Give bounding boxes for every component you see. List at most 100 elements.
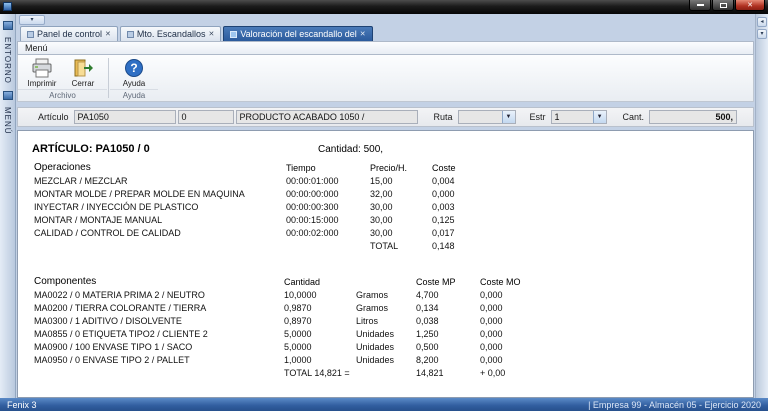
cerrar-button[interactable]: Cerrar [64,57,102,89]
ruta-dropdown-icon[interactable]: ▼ [502,111,515,123]
operation-row: MEZCLAR / MEZCLAR00:00:01:00015,000,004 [32,174,482,187]
spacer [284,239,368,252]
col-coste-mo: Coste MO [478,275,528,288]
title-bar[interactable]: ✕ [0,0,768,14]
operation-tiempo: 00:00:00:000 [284,187,368,200]
toolbar-separator [108,58,109,98]
statusbar-context: | Empresa 99 - Almacén 05 - Ejercicio 20… [588,400,761,410]
quick-access-dropdown[interactable]: ▾ [19,15,45,25]
tab-close-icon[interactable]: ✕ [208,31,214,38]
component-coste-mo: 0,000 [478,327,528,340]
operation-row: MONTAR / MONTAJE MANUAL00:00:15:00030,00… [32,213,482,226]
operation-name: MONTAR / MONTAJE MANUAL [32,213,284,226]
component-coste-mo: 0,000 [478,314,528,327]
spacer [32,239,284,252]
operation-tiempo: 00:00:00:300 [284,200,368,213]
tab-0[interactable]: Panel de control✕ [20,26,118,41]
articulo-label: Artículo [38,112,69,122]
ayuda-buttons: ? Ayuda [110,55,158,89]
tab-close-icon[interactable]: ✕ [360,31,366,38]
estr-value: 1 [552,112,593,122]
imprimir-label: Imprimir [28,79,57,88]
estr-dropdown-icon[interactable]: ▼ [593,111,606,123]
operation-row: INYECTAR / INYECCIÓN DE PLASTICO00:00:00… [32,200,482,213]
menu-item-menu[interactable]: Menú [25,43,48,53]
report-cantidad: Cantidad: 500, [318,144,383,155]
ruta-label: Ruta [434,112,453,122]
operation-precio: 32,00 [368,187,430,200]
cant-field[interactable]: 500, [649,110,737,124]
status-bar: Fenix 3 | Empresa 99 - Almacén 05 - Ejer… [0,398,768,411]
tab-icon [127,31,134,38]
toolbar-group-ayuda: ? Ayuda Ayuda [110,55,158,101]
col-precio: Precio/H. [368,161,430,174]
estr-select[interactable]: 1 ▼ [551,110,607,124]
articulo-version-field[interactable]: 0 [178,110,234,124]
group-label-ayuda: Ayuda [110,89,158,101]
component-unidad: Gramos [354,301,414,314]
tab-label: Valoración del escandallo del [240,29,356,39]
left-dock-strip: ENTORNO MENÚ [0,14,16,398]
component-cantidad: 5,0000 [282,340,354,353]
component-unidad: Litros [354,314,414,327]
operation-name: CALIDAD / CONTROL DE CALIDAD [32,226,284,239]
component-row: MA0300 / 1 ADITIVO / DISOLVENTE0,8970Lit… [32,314,528,327]
client-area: ▾ Panel de control✕Mto. Escandallos✕Valo… [17,14,754,398]
component-coste-mo: 0,000 [478,301,528,314]
toolbar: Imprimir Cerrar Archivo [17,55,754,102]
components-body: MA0022 / 0 MATERIA PRIMA 2 / NEUTRO10,00… [32,288,528,366]
articulo-desc-field: PRODUCTO ACABADO 1050 / [236,110,418,124]
component-row: MA0855 / 0 ETIQUETA TIPO2 / CLIENTE 25,0… [32,327,528,340]
minimize-button[interactable] [689,0,711,11]
filter-bar: Artículo PA1050 0 PRODUCTO ACABADO 1050 … [17,107,754,127]
operations-table: Operaciones Tiempo Precio/H. Coste MEZCL… [32,161,482,252]
expand-button[interactable]: ▾ [757,29,767,39]
ayuda-button[interactable]: ? Ayuda [115,57,153,89]
pin-button[interactable]: ◂ [757,17,767,27]
component-coste-mp: 8,200 [414,353,478,366]
tab-2[interactable]: Valoración del escandallo del ✕ [223,26,372,41]
dock-tab-menu[interactable]: MENÚ [3,107,12,135]
estr-label: Estr [530,112,546,122]
component-cantidad: 1,0000 [282,353,354,366]
close-icon: ✕ [747,2,753,9]
ayuda-label: Ayuda [123,79,146,88]
component-coste-mo: 0,000 [478,340,528,353]
component-coste-mp: 4,700 [414,288,478,301]
component-row: MA0950 / 0 ENVASE TIPO 2 / PALLET1,0000U… [32,353,528,366]
menu-icon[interactable] [3,91,13,100]
tab-bar: Panel de control✕Mto. Escandallos✕Valora… [17,25,754,41]
operation-coste: 0,125 [430,213,482,226]
ruta-select[interactable]: ▼ [458,110,516,124]
components-total-mp: 14,821 [414,366,478,379]
component-unidad: Unidades [354,327,414,340]
maximize-button[interactable] [712,0,734,11]
dock-tab-entorno[interactable]: ENTORNO [3,37,12,84]
entorno-icon[interactable] [3,21,13,30]
articulo-code-field[interactable]: PA1050 [74,110,176,124]
tab-icon [230,31,237,38]
components-header-row: Componentes Cantidad Coste MP Coste MO [32,275,528,288]
components-total-label: TOTAL 14,821 = [282,366,414,379]
component-row: MA0900 / 100 ENVASE TIPO 1 / SACO5,0000U… [32,340,528,353]
operations-total-row: TOTAL 0,148 [32,239,482,252]
col-coste: Coste [430,161,482,174]
operation-precio: 30,00 [368,200,430,213]
component-name: MA0200 / TIERRA COLORANTE / TIERRA [32,301,282,314]
col-unidad [354,275,414,288]
imprimir-button[interactable]: Imprimir [23,57,61,89]
operations-total-value: 0,148 [430,239,482,252]
component-row: MA0200 / TIERRA COLORANTE / TIERRA0,9870… [32,301,528,314]
tab-close-icon[interactable]: ✕ [105,31,111,38]
application-window: ✕ ENTORNO MENÚ ◂ ▾ ▾ Panel de control✕Mt… [0,0,768,411]
operations-body: MEZCLAR / MEZCLAR00:00:01:00015,000,004 M… [32,174,482,239]
tab-label: Panel de control [37,29,102,39]
statusbar-app-name: Fenix 3 [7,400,37,410]
operation-name: INYECTAR / INYECCIÓN DE PLASTICO [32,200,284,213]
tab-1[interactable]: Mto. Escandallos✕ [120,26,221,41]
operations-total-label: TOTAL [368,239,430,252]
close-button[interactable]: ✕ [735,0,765,11]
col-tiempo: Tiempo [284,161,368,174]
app-icon [3,2,12,11]
component-name: MA0022 / 0 MATERIA PRIMA 2 / NEUTRO [32,288,282,301]
